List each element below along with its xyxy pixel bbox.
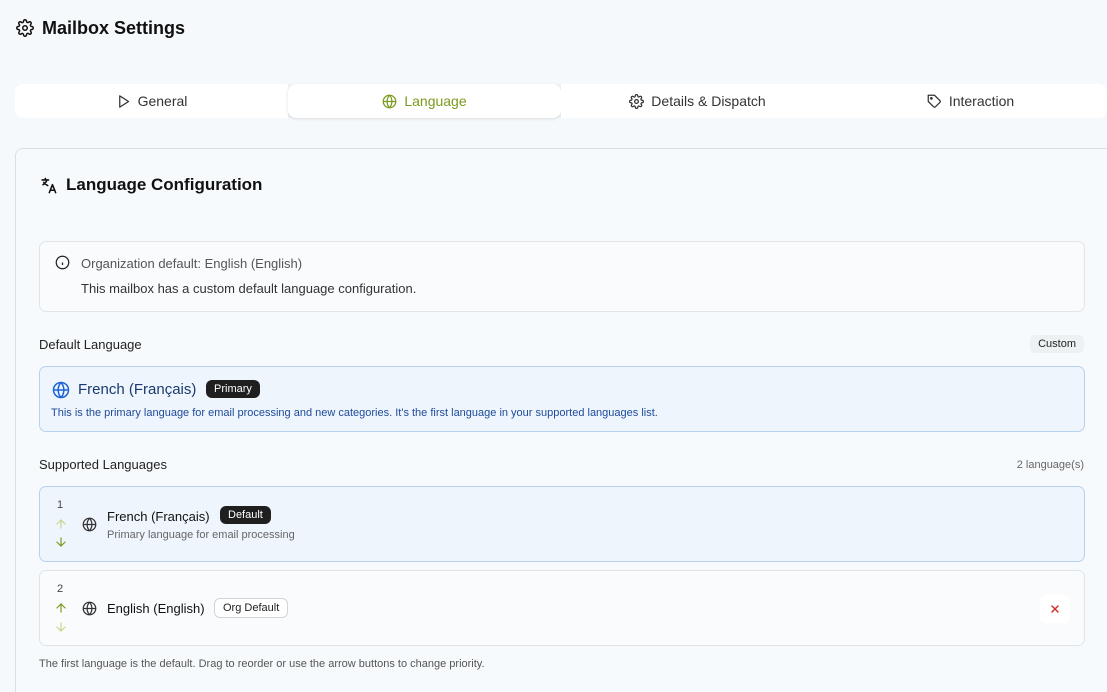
page-header: Mailbox Settings: [16, 16, 185, 40]
settings-tabs: General Language Details & Dispatch Inte…: [15, 84, 1107, 118]
tab-details-dispatch[interactable]: Details & Dispatch: [561, 84, 834, 118]
card-title-text: Language Configuration: [66, 175, 263, 194]
tab-label: General: [137, 93, 188, 109]
translate-icon: [41, 177, 57, 193]
default-badge: Default: [220, 506, 271, 524]
play-icon: [118, 94, 129, 108]
gear-icon: [629, 93, 645, 109]
organization-default-info: Organization default: English (English) …: [39, 241, 1085, 312]
tab-interaction[interactable]: Interaction: [834, 84, 1107, 118]
globe-icon: [382, 94, 397, 108]
language-name: French (Français): [107, 509, 210, 524]
tab-general[interactable]: General: [15, 84, 288, 118]
footer-note: The first language is the default. Drag …: [39, 658, 485, 670]
language-row-english[interactable]: 2 English (English) Org Default: [39, 570, 1085, 646]
language-row-french[interactable]: 1 French (Français) Default Primary lang…: [39, 486, 1085, 562]
custom-config-text: This mailbox has a custom default langua…: [81, 281, 417, 296]
org-default-badge: Org Default: [214, 598, 289, 618]
info-icon: [55, 255, 70, 270]
tab-label: Language: [404, 93, 467, 109]
custom-badge: Custom: [1030, 335, 1084, 353]
language-subtitle: Primary language for email processing: [107, 529, 295, 541]
primary-badge: Primary: [206, 380, 260, 398]
globe-icon: [82, 601, 97, 616]
gear-icon: [16, 19, 34, 37]
arrow-up-icon[interactable]: [54, 517, 68, 531]
tag-icon: [927, 94, 941, 108]
arrow-up-icon[interactable]: [54, 601, 68, 615]
default-language-label: Default Language: [39, 337, 142, 352]
supported-languages-label: Supported Languages: [39, 457, 167, 472]
default-language-description: This is the primary language for email p…: [51, 407, 658, 419]
tab-language[interactable]: Language: [288, 84, 561, 118]
default-language-name: French (Français): [78, 381, 197, 398]
globe-icon: [52, 381, 70, 399]
tab-label: Interaction: [948, 93, 1015, 109]
priority-number: 2: [57, 583, 64, 595]
page-title: Mailbox Settings: [42, 17, 186, 38]
arrow-down-icon[interactable]: [54, 620, 68, 634]
card-title: Language Configuration: [39, 175, 262, 195]
close-icon: [1051, 605, 1059, 613]
org-default-text: Organization default: English (English): [81, 256, 303, 271]
priority-number: 1: [57, 499, 64, 511]
remove-language-button[interactable]: [1040, 595, 1070, 623]
language-configuration-card: Language Configuration Organization defa…: [15, 148, 1107, 692]
arrow-down-icon[interactable]: [54, 535, 68, 549]
default-language-box: French (Français) Primary This is the pr…: [39, 366, 1085, 432]
language-count: 2 language(s): [1016, 459, 1084, 471]
language-name: English (English): [107, 601, 205, 616]
tab-label: Details & Dispatch: [651, 93, 766, 109]
globe-icon: [82, 517, 97, 532]
